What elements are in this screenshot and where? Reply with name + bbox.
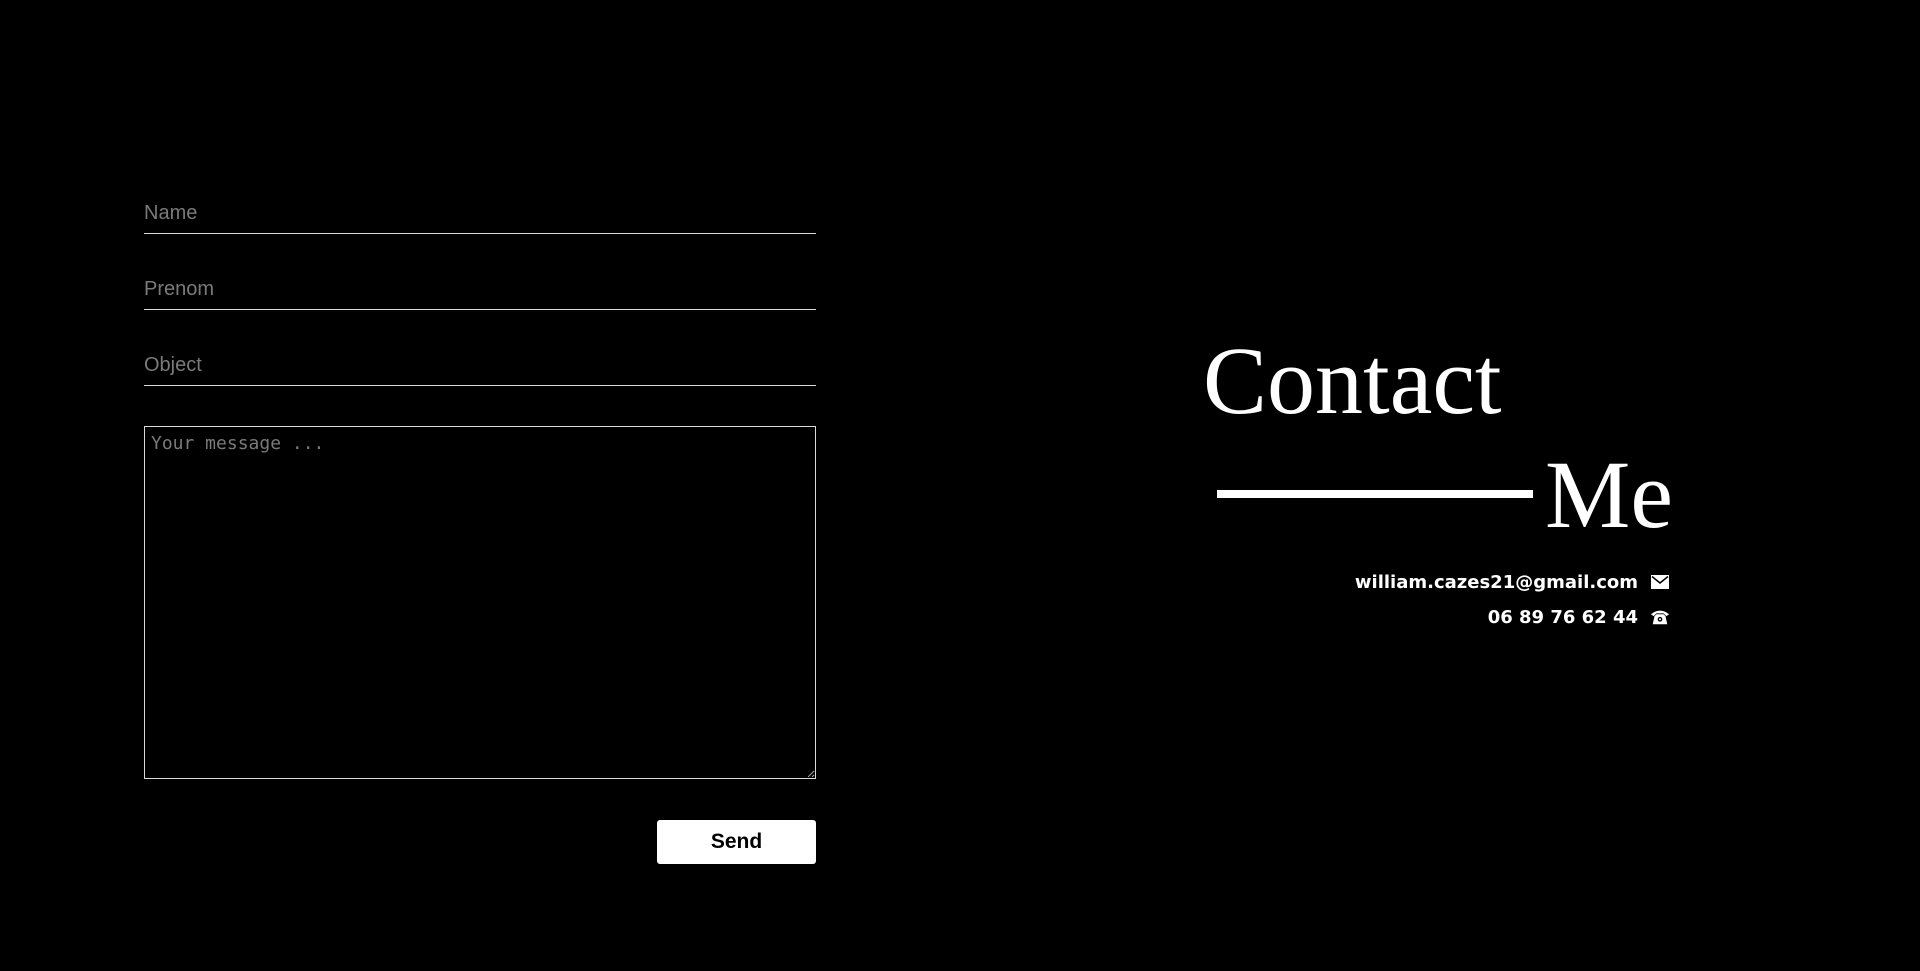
heading-me: Me bbox=[1545, 441, 1673, 548]
email-link[interactable]: william.cazes21@gmail.com bbox=[1355, 572, 1638, 593]
name-input[interactable] bbox=[144, 194, 816, 234]
prenom-input[interactable] bbox=[144, 270, 816, 310]
phone-link[interactable]: 06 89 76 62 44 bbox=[1488, 607, 1638, 628]
mail-icon bbox=[1650, 572, 1670, 592]
phone-icon bbox=[1650, 607, 1670, 627]
send-button[interactable]: Send bbox=[657, 820, 816, 864]
contact-page: Send Contact Me william.cazes21@gmail.co… bbox=[0, 0, 1920, 971]
message-textarea[interactable] bbox=[144, 426, 816, 779]
contact-email-row: william.cazes21@gmail.com bbox=[1355, 569, 1670, 595]
contact-phone-row: 06 89 76 62 44 bbox=[1488, 604, 1670, 630]
heading-rule bbox=[1217, 490, 1533, 498]
object-input[interactable] bbox=[144, 346, 816, 386]
heading-contact: Contact bbox=[1203, 327, 1502, 434]
